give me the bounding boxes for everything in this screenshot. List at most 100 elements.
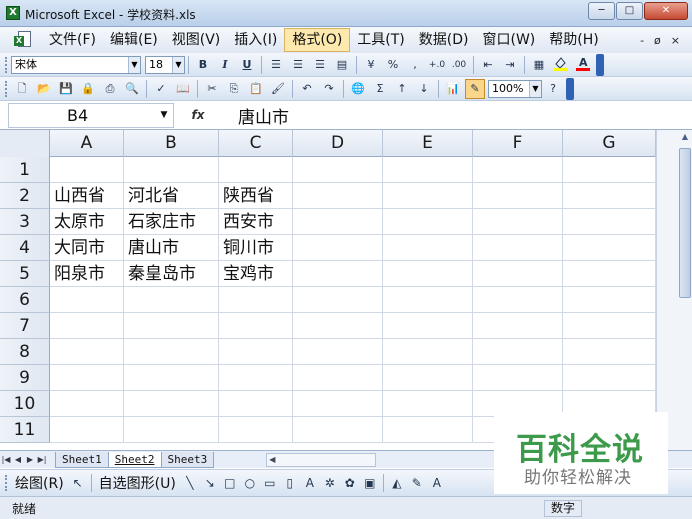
- menu-edit[interactable]: 编辑(E): [103, 28, 165, 52]
- cell-f2[interactable]: [473, 183, 563, 209]
- autoshapes-menu-button[interactable]: 自选图形(U): [95, 473, 180, 493]
- row-header-6[interactable]: 6: [0, 287, 50, 313]
- cell-e1[interactable]: [383, 157, 473, 183]
- cell-b8[interactable]: [124, 339, 219, 365]
- cell-f3[interactable]: [473, 209, 563, 235]
- cell-b1[interactable]: [124, 157, 219, 183]
- row-header-10[interactable]: 10: [0, 391, 50, 417]
- cell-c1[interactable]: [219, 157, 293, 183]
- column-header-c[interactable]: C: [219, 130, 293, 157]
- wordart-icon[interactable]: A: [301, 474, 319, 492]
- cell-a8[interactable]: [50, 339, 124, 365]
- cell-f9[interactable]: [473, 365, 563, 391]
- oval-icon[interactable]: ○: [241, 474, 259, 492]
- minimize-button[interactable]: ─: [588, 2, 615, 20]
- cell-b10[interactable]: [124, 391, 219, 417]
- font-color-icon[interactable]: A: [428, 474, 446, 492]
- cell-e2[interactable]: [383, 183, 473, 209]
- menu-window[interactable]: 窗口(W): [476, 28, 543, 52]
- vertical-scrollbar[interactable]: ▲: [656, 130, 692, 450]
- cell-c11[interactable]: [219, 417, 293, 443]
- cell-b2[interactable]: 河北省: [124, 183, 219, 209]
- cell-e11[interactable]: [383, 417, 473, 443]
- research-icon[interactable]: 📖: [173, 79, 193, 99]
- italic-button[interactable]: I: [215, 55, 235, 75]
- underline-button[interactable]: U: [237, 55, 257, 75]
- row-header-5[interactable]: 5: [0, 261, 50, 287]
- cell-e3[interactable]: [383, 209, 473, 235]
- chevron-down-icon[interactable]: ▼: [157, 104, 171, 127]
- font-name-select[interactable]: 宋体 ▼: [11, 55, 141, 74]
- column-header-e[interactable]: E: [383, 130, 473, 157]
- menu-tools[interactable]: 工具(T): [350, 28, 411, 52]
- cell-a4[interactable]: 大同市: [50, 235, 124, 261]
- cell-a5[interactable]: 阳泉市: [50, 261, 124, 287]
- print-icon[interactable]: ⎙: [100, 79, 120, 99]
- clip-art-icon[interactable]: ✿: [341, 474, 359, 492]
- percent-button[interactable]: %: [383, 55, 403, 75]
- cell-c4[interactable]: 铜川市: [219, 235, 293, 261]
- cell-b5[interactable]: 秦皇岛市: [124, 261, 219, 287]
- cell-f4[interactable]: [473, 235, 563, 261]
- paste-icon[interactable]: 📋: [246, 79, 266, 99]
- doc-minimize-button[interactable]: -: [640, 34, 644, 47]
- bold-button[interactable]: B: [193, 55, 213, 75]
- cell-d10[interactable]: [293, 391, 383, 417]
- draw-menu-button[interactable]: 绘图(R): [11, 473, 68, 493]
- sheet-tab-3[interactable]: Sheet3: [160, 451, 215, 468]
- merge-center-icon[interactable]: ▤: [332, 55, 352, 75]
- cell-d11[interactable]: [293, 417, 383, 443]
- horizontal-scrollbar[interactable]: ◀: [266, 452, 377, 467]
- line-icon[interactable]: ╲: [181, 474, 199, 492]
- scroll-left-icon[interactable]: ◀: [269, 454, 275, 466]
- undo-icon[interactable]: ↶: [297, 79, 317, 99]
- cell-b3[interactable]: 石家庄市: [124, 209, 219, 235]
- cell-f7[interactable]: [473, 313, 563, 339]
- cell-d2[interactable]: [293, 183, 383, 209]
- insert-function-button[interactable]: fx: [174, 108, 222, 122]
- menu-format[interactable]: 格式(O): [284, 28, 351, 52]
- font-color-icon[interactable]: A: [573, 55, 593, 75]
- excel-app-icon[interactable]: X: [6, 6, 20, 20]
- vertical-text-box-icon[interactable]: ▯: [281, 474, 299, 492]
- cell-g3[interactable]: [563, 209, 656, 235]
- arrow-icon[interactable]: ↘: [201, 474, 219, 492]
- select-objects-icon[interactable]: ↖: [69, 474, 87, 492]
- cell-d4[interactable]: [293, 235, 383, 261]
- doc-restore-button[interactable]: ø: [654, 34, 661, 47]
- chevron-down-icon[interactable]: ▼: [529, 80, 541, 97]
- scroll-thumb[interactable]: [679, 148, 691, 298]
- permission-icon[interactable]: 🔒: [78, 79, 98, 99]
- name-box[interactable]: B4 ▼: [8, 102, 174, 128]
- doc-close-button[interactable]: ×: [671, 34, 680, 47]
- cell-a7[interactable]: [50, 313, 124, 339]
- cell-c8[interactable]: [219, 339, 293, 365]
- cell-b11[interactable]: [124, 417, 219, 443]
- comma-button[interactable]: ,: [405, 55, 425, 75]
- row-header-11[interactable]: 11: [0, 417, 50, 443]
- row-header-7[interactable]: 7: [0, 313, 50, 339]
- cell-f1[interactable]: [473, 157, 563, 183]
- cell-g5[interactable]: [563, 261, 656, 287]
- cell-c7[interactable]: [219, 313, 293, 339]
- column-header-d[interactable]: D: [293, 130, 383, 157]
- cell-c2[interactable]: 陕西省: [219, 183, 293, 209]
- cell-d1[interactable]: [293, 157, 383, 183]
- sort-descending-icon[interactable]: ↓: [414, 79, 434, 99]
- redo-icon[interactable]: ↷: [319, 79, 339, 99]
- cell-e9[interactable]: [383, 365, 473, 391]
- maximize-button[interactable]: □: [616, 2, 643, 20]
- menu-view[interactable]: 视图(V): [165, 28, 228, 52]
- cell-a1[interactable]: [50, 157, 124, 183]
- zoom-select[interactable]: 100% ▼: [488, 79, 542, 98]
- sheet-tab-2[interactable]: Sheet2: [107, 451, 162, 468]
- cell-d8[interactable]: [293, 339, 383, 365]
- cell-e10[interactable]: [383, 391, 473, 417]
- diagram-icon[interactable]: ✲: [321, 474, 339, 492]
- align-left-icon[interactable]: ☰: [266, 55, 286, 75]
- cell-g8[interactable]: [563, 339, 656, 365]
- cell-d9[interactable]: [293, 365, 383, 391]
- decrease-decimal-icon[interactable]: .00: [449, 55, 469, 75]
- currency-icon[interactable]: ¥: [361, 55, 381, 75]
- menu-data[interactable]: 数据(D): [412, 28, 476, 52]
